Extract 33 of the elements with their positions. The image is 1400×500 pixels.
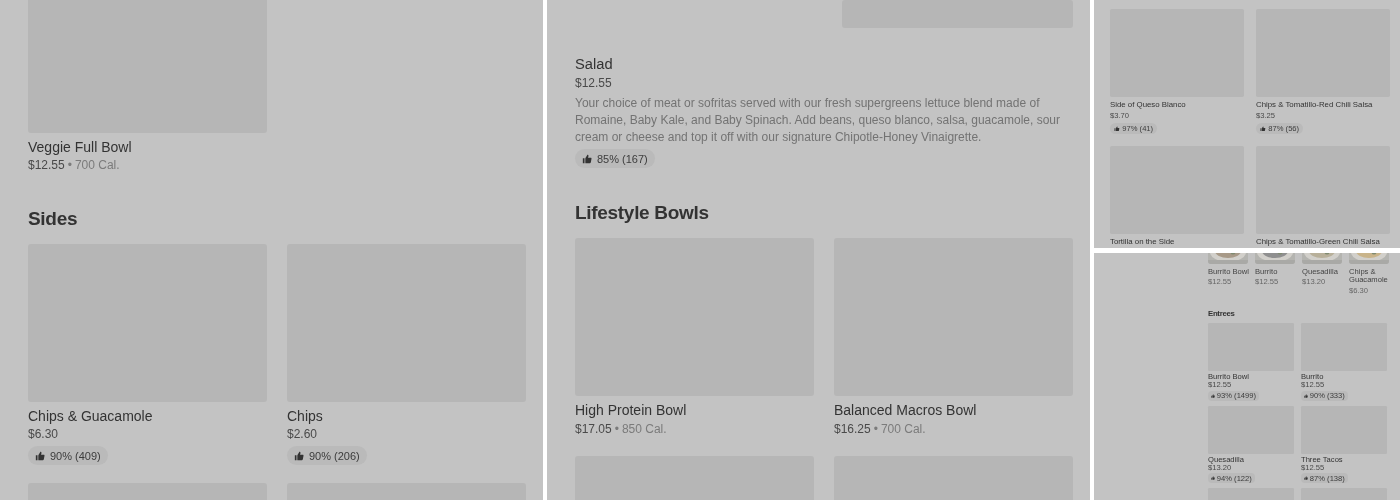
item-name: High Protein Bowl — [575, 401, 687, 420]
item-calories: 850 Cal. — [621, 420, 667, 438]
rating-text: 85% (167) — [597, 152, 648, 165]
thumbs-up-icon — [1113, 125, 1120, 132]
thumbs-up-icon — [1259, 125, 1266, 132]
thumbs-up-icon — [35, 450, 45, 461]
item-price: $6.30 — [28, 426, 59, 444]
item-price: $12.55 — [575, 75, 612, 93]
section-heading: Sides — [28, 208, 79, 231]
item-name: Salad — [575, 55, 613, 75]
item-name: Veggie Full Bowl — [28, 138, 132, 157]
item-price: $17.05 — [575, 420, 612, 438]
section-heading: Lifestyle Bowls — [575, 202, 710, 225]
item-name: Balanced Macros Bowl — [834, 401, 977, 420]
item-calories: 700 Cal. — [880, 420, 926, 438]
thumbs-up-icon — [1303, 476, 1308, 481]
thumbs-up-icon — [582, 153, 592, 164]
separator-dot: • — [614, 420, 619, 438]
item-price: $16.25 — [834, 420, 871, 438]
thumbs-up-icon — [1210, 476, 1215, 481]
item-calories: 700 Cal. — [74, 157, 120, 175]
thumbs-up-icon — [1210, 393, 1215, 398]
separator-dot: • — [873, 420, 878, 438]
thumbs-up-icon — [294, 450, 304, 461]
rating-text: 90% (206) — [309, 449, 360, 462]
thumbs-up-icon — [1303, 393, 1308, 398]
item-name: Chips — [287, 407, 323, 426]
item-price: $12.55 — [28, 157, 65, 175]
item-price: $2.60 — [287, 426, 318, 444]
item-name: Chips & Guacamole — [28, 407, 153, 426]
rating-text: 90% (409) — [50, 449, 101, 462]
separator-dot: • — [67, 157, 72, 175]
item-description: Your choice of meat or sofritas served with our fresh supergreens lettuce blend made of Romaine, Baby Kale, and Baby Spinach. Add beans, queso blanco, salsa, guacamole, sour cream or cheese and top it off with our signature Chipotle-Honey Vinaigrette. — [575, 95, 1061, 147]
